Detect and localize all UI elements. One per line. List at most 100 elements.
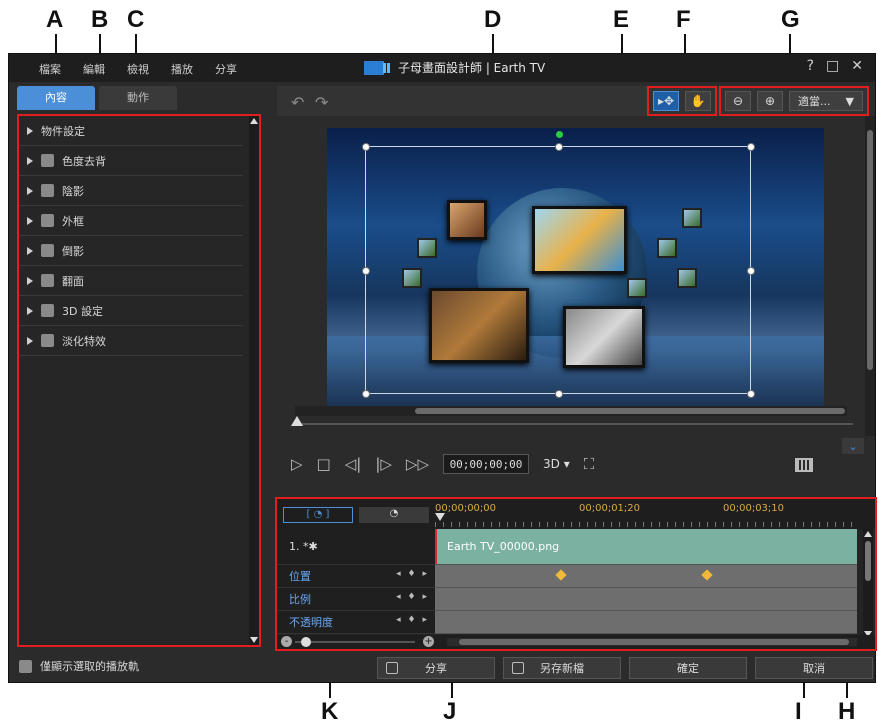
prop-3d-settings[interactable]: 3D 設定	[19, 296, 243, 326]
timeline-zoom-slider[interactable]	[295, 641, 415, 643]
keyframe-track[interactable]	[435, 565, 857, 588]
fullscreen-icon[interactable]: ⛶	[584, 455, 595, 473]
timecode-display[interactable]: 00;00;00;00	[443, 454, 529, 474]
prop-checkbox[interactable]	[41, 274, 54, 287]
preview-timeline-slider[interactable]	[297, 423, 853, 425]
prop-reflection[interactable]: 倒影	[19, 236, 243, 266]
redo-icon[interactable]: ↷	[315, 93, 328, 112]
resize-handle[interactable]	[747, 143, 755, 151]
expand-triangle-icon[interactable]	[27, 306, 33, 315]
menu-file[interactable]: 檔案	[39, 61, 61, 77]
resize-handle[interactable]	[555, 143, 563, 151]
film-strip-icon[interactable]	[795, 458, 813, 472]
prop-checkbox[interactable]	[41, 154, 54, 167]
expand-triangle-icon[interactable]	[27, 186, 33, 195]
keyframe-track[interactable]	[435, 611, 857, 634]
hand-tool-button[interactable]: ✋	[685, 91, 711, 111]
resize-handle[interactable]	[747, 267, 755, 275]
expand-timeline-button[interactable]: ⌄	[842, 438, 864, 454]
resize-handle[interactable]	[362, 143, 370, 151]
resize-handle[interactable]	[362, 267, 370, 275]
zoom-slider-knob[interactable]	[301, 637, 311, 647]
ok-button[interactable]: 確定	[629, 657, 747, 679]
track-label[interactable]: 比例 ◂ ♦ ▸	[277, 588, 435, 611]
preview-canvas[interactable]	[327, 128, 824, 406]
keyframe-diamond-icon[interactable]	[701, 569, 713, 581]
preview-vertical-scrollbar[interactable]	[865, 116, 875, 436]
menu-share[interactable]: 分享	[215, 61, 237, 77]
prop-fade[interactable]: 淡化特效	[19, 326, 243, 356]
prop-checkbox[interactable]	[41, 184, 54, 197]
prop-checkbox[interactable]	[41, 304, 54, 317]
track-label[interactable]: 不透明度 ◂ ♦ ▸	[277, 611, 435, 634]
expand-triangle-icon[interactable]	[27, 126, 33, 135]
track-area[interactable]: Earth TV_00000.png	[435, 529, 857, 565]
maximize-icon[interactable]: □	[826, 58, 839, 74]
expand-triangle-icon[interactable]	[27, 216, 33, 225]
track-label[interactable]: 位置 ◂ ♦ ▸	[277, 565, 435, 588]
prop-object-settings[interactable]: 物件設定	[19, 116, 243, 146]
scroll-thumb[interactable]	[415, 408, 845, 414]
menu-play[interactable]: 播放	[171, 61, 193, 77]
prop-checkbox[interactable]	[41, 334, 54, 347]
close-icon[interactable]: ✕	[851, 58, 863, 74]
zoom-in-button[interactable]: ⊕	[757, 91, 783, 111]
track-label[interactable]: 1. *✱	[277, 529, 435, 565]
prop-checkbox[interactable]	[41, 214, 54, 227]
expand-triangle-icon[interactable]	[27, 156, 33, 165]
share-button[interactable]: 分享	[377, 657, 495, 679]
undo-icon[interactable]: ↶	[291, 93, 304, 112]
properties-scrollbar[interactable]	[249, 116, 259, 645]
timeline-tab-clip[interactable]: [ ◔ ]	[283, 507, 353, 523]
zoom-in-icon[interactable]: +	[423, 636, 434, 647]
resize-handle[interactable]	[362, 390, 370, 398]
timeline-ruler[interactable]: 00;00;00;00 00;00;01;20 00;00;03;10	[435, 503, 855, 527]
menu-view[interactable]: 檢視	[127, 61, 149, 77]
prop-border[interactable]: 外框	[19, 206, 243, 236]
playhead-marker[interactable]	[435, 513, 445, 521]
select-move-button[interactable]: ▸✥	[653, 91, 679, 111]
show-selected-checkbox[interactable]	[19, 659, 32, 673]
save-as-button[interactable]: 另存新檔	[503, 657, 621, 679]
slider-knob[interactable]	[291, 416, 303, 426]
scroll-up-icon[interactable]	[864, 531, 872, 537]
3d-mode-dropdown[interactable]: 3D ▾	[543, 457, 570, 471]
scroll-thumb[interactable]	[459, 639, 849, 645]
scroll-down-icon[interactable]	[250, 637, 258, 643]
keyframe-nav-icon[interactable]: ◂ ♦ ▸	[396, 615, 429, 625]
prop-shadow[interactable]: 陰影	[19, 176, 243, 206]
timeline-horizontal-scrollbar[interactable]	[447, 638, 857, 646]
zoom-out-button[interactable]: ⊖	[725, 91, 751, 111]
menu-edit[interactable]: 編輯	[83, 61, 105, 77]
next-frame-icon[interactable]: |▷	[375, 455, 392, 473]
keyframe-nav-icon[interactable]: ◂ ♦ ▸	[396, 569, 429, 579]
cancel-button[interactable]: 取消	[755, 657, 873, 679]
scroll-up-icon[interactable]	[250, 118, 258, 124]
resize-handle[interactable]	[747, 390, 755, 398]
prop-flip[interactable]: 翻面	[19, 266, 243, 296]
zoom-fit-select[interactable]: 適當... ▼	[789, 91, 863, 111]
show-selected-only[interactable]: 僅顯示選取的播放軌	[19, 658, 139, 674]
expand-triangle-icon[interactable]	[27, 276, 33, 285]
tab-motion[interactable]: 動作	[99, 86, 177, 110]
scroll-thumb[interactable]	[867, 130, 873, 370]
stop-icon[interactable]: □	[317, 455, 331, 473]
zoom-out-icon[interactable]: -	[281, 636, 292, 647]
prop-checkbox[interactable]	[41, 244, 54, 257]
expand-triangle-icon[interactable]	[27, 246, 33, 255]
selection-bounding-box[interactable]	[362, 131, 755, 398]
timeline-vertical-scrollbar[interactable]	[863, 529, 873, 639]
keyframe-track[interactable]	[435, 588, 857, 611]
scroll-thumb[interactable]	[865, 541, 871, 581]
media-clip[interactable]: Earth TV_00000.png	[435, 529, 857, 564]
keyframe-nav-icon[interactable]: ◂ ♦ ▸	[396, 592, 429, 602]
timeline-tab-movie[interactable]: ◔	[359, 507, 429, 523]
fast-forward-icon[interactable]: ▷▷	[406, 455, 429, 473]
rotation-handle[interactable]	[556, 131, 563, 138]
play-icon[interactable]: ▷	[291, 455, 303, 473]
tab-properties[interactable]: 內容	[17, 86, 95, 110]
resize-handle[interactable]	[555, 390, 563, 398]
preview-horizontal-scrollbar[interactable]	[295, 406, 847, 416]
keyframe-diamond-icon[interactable]	[555, 569, 567, 581]
expand-triangle-icon[interactable]	[27, 336, 33, 345]
